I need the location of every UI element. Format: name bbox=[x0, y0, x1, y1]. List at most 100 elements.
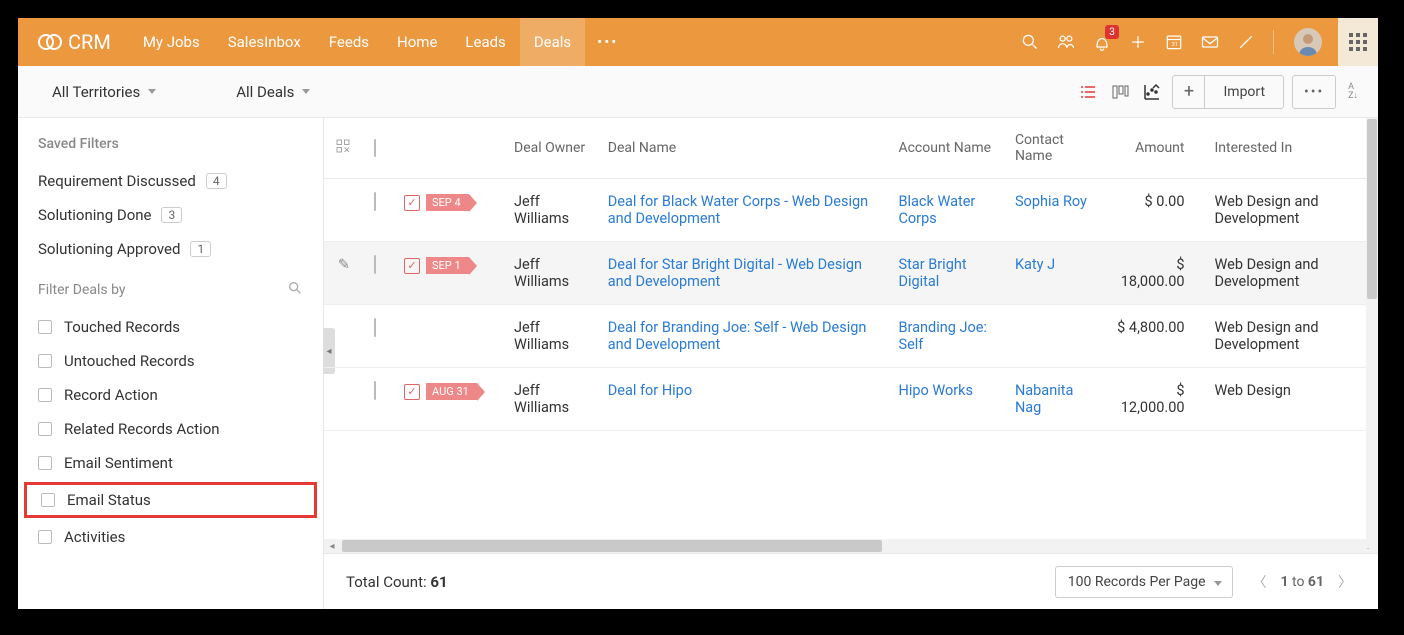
deals-view-dropdown[interactable]: All Deals bbox=[236, 83, 310, 101]
checkbox-icon[interactable] bbox=[38, 354, 52, 368]
nav-more[interactable]: ••• bbox=[585, 18, 630, 66]
horizontal-scrollbar[interactable]: ◂▸ bbox=[324, 539, 1378, 553]
cell-contact-name[interactable]: Katy J bbox=[1015, 256, 1055, 273]
user-avatar[interactable] bbox=[1294, 28, 1322, 56]
table-row[interactable]: ✎ ✓SEP 4 Jeff Williams Deal for Black Wa… bbox=[324, 179, 1378, 242]
edit-row-icon[interactable]: ✎ bbox=[338, 256, 350, 273]
svg-text:31: 31 bbox=[1172, 42, 1179, 48]
notifications-icon[interactable]: 3 bbox=[1089, 29, 1115, 55]
filter-email-sentiment[interactable]: Email Sentiment bbox=[18, 446, 323, 480]
cell-account-name[interactable]: Branding Joe: Self bbox=[898, 319, 986, 353]
cell-contact-name[interactable]: Sophia Roy bbox=[1015, 193, 1087, 210]
sort-az-icon[interactable]: AZ↓ bbox=[1348, 83, 1358, 101]
cell-deal-name[interactable]: Deal for Star Bright Digital - Web Desig… bbox=[608, 256, 862, 290]
view-toolbar: All Territories All Deals + Import ••• A… bbox=[18, 66, 1378, 118]
select-all-checkbox[interactable] bbox=[364, 118, 394, 179]
cell-amount: $ 12,000.00 bbox=[1103, 368, 1204, 431]
territories-dropdown[interactable]: All Territories bbox=[52, 83, 156, 101]
filter-untouched-records[interactable]: Untouched Records bbox=[18, 344, 323, 378]
app-name: CRM bbox=[68, 30, 111, 54]
cell-deal-name[interactable]: Deal for Hipo bbox=[608, 382, 692, 399]
deals-view-label: All Deals bbox=[236, 83, 294, 101]
mail-icon[interactable] bbox=[1197, 29, 1223, 55]
pager-prev[interactable]: 〈 bbox=[1249, 572, 1271, 592]
task-check-icon[interactable]: ✓ bbox=[404, 195, 420, 211]
saved-filter-item[interactable]: Solutioning Approved1 bbox=[38, 232, 303, 266]
vertical-scrollbar[interactable] bbox=[1366, 118, 1378, 548]
records-per-page-dropdown[interactable]: 100 Records Per Page bbox=[1055, 566, 1233, 598]
col-interested-in[interactable]: Interested In bbox=[1205, 118, 1379, 179]
saved-filter-item[interactable]: Requirement Discussed4 bbox=[38, 164, 303, 198]
tools-icon[interactable] bbox=[1233, 29, 1259, 55]
cell-account-name[interactable]: Hipo Works bbox=[898, 382, 973, 399]
cell-account-name[interactable]: Star Bright Digital bbox=[898, 256, 966, 290]
calendar-icon[interactable]: 31 bbox=[1161, 29, 1187, 55]
import-button[interactable]: + Import bbox=[1172, 75, 1284, 109]
filter-touched-records[interactable]: Touched Records bbox=[18, 310, 323, 344]
row-checkbox[interactable] bbox=[374, 381, 376, 400]
cell-interested-in: Web Design bbox=[1205, 368, 1379, 431]
filter-search-icon[interactable] bbox=[287, 280, 303, 300]
date-flag: SEP 4 bbox=[426, 194, 469, 211]
checkbox-icon[interactable] bbox=[38, 456, 52, 470]
row-checkbox[interactable] bbox=[374, 192, 376, 211]
nav-salesinbox[interactable]: SalesInbox bbox=[214, 18, 315, 66]
filter-related-records-action[interactable]: Related Records Action bbox=[18, 412, 323, 446]
cell-deal-name[interactable]: Deal for Branding Joe: Self - Web Design… bbox=[608, 319, 867, 353]
filter-activities[interactable]: Activities bbox=[18, 520, 323, 554]
table-row[interactable]: ✎ ✓SEP 1 Jeff Williams Deal for Star Bri… bbox=[324, 242, 1378, 305]
checkbox-icon[interactable] bbox=[38, 320, 52, 334]
checkbox-icon[interactable] bbox=[41, 493, 55, 507]
app-logo[interactable]: CRM bbox=[38, 30, 111, 54]
cell-interested-in: Web Design and Development bbox=[1205, 305, 1379, 368]
table-settings-icon[interactable] bbox=[324, 118, 364, 179]
saved-filter-item[interactable]: Solutioning Done3 bbox=[38, 198, 303, 232]
saved-filters-title: Saved Filters bbox=[18, 136, 323, 164]
kanban-view-icon[interactable] bbox=[1108, 80, 1132, 104]
col-account-name[interactable]: Account Name bbox=[888, 118, 1004, 179]
pager: 〈 1 to 61 〉 bbox=[1249, 572, 1357, 592]
table-row[interactable]: ✎ Jeff Williams Deal for Branding Joe: S… bbox=[324, 305, 1378, 368]
filter-email-status[interactable]: Email Status bbox=[24, 482, 317, 518]
pager-next[interactable]: 〉 bbox=[1334, 572, 1356, 592]
nav-my-jobs[interactable]: My Jobs bbox=[129, 18, 214, 66]
filters-sidebar: Saved Filters Requirement Discussed4Solu… bbox=[18, 118, 324, 609]
cell-contact-name[interactable]: Nabanita Nag bbox=[1015, 382, 1073, 416]
search-icon[interactable] bbox=[1017, 29, 1043, 55]
nav-leads[interactable]: Leads bbox=[451, 18, 519, 66]
cell-deal-name[interactable]: Deal for Black Water Corps - Web Design … bbox=[608, 193, 868, 227]
more-actions-button[interactable]: ••• bbox=[1292, 75, 1336, 109]
import-label: Import bbox=[1205, 84, 1283, 100]
apps-launcher-icon[interactable] bbox=[1338, 18, 1378, 66]
task-check-icon[interactable]: ✓ bbox=[404, 384, 420, 400]
nav-home[interactable]: Home bbox=[383, 18, 451, 66]
checkbox-icon[interactable] bbox=[38, 422, 52, 436]
filter-record-action[interactable]: Record Action bbox=[18, 378, 323, 412]
task-check-icon[interactable]: ✓ bbox=[404, 258, 420, 274]
chart-view-icon[interactable] bbox=[1140, 80, 1164, 104]
col-amount[interactable]: Amount bbox=[1103, 118, 1204, 179]
col-contact-name[interactable]: Contact Name bbox=[1005, 118, 1103, 179]
row-checkbox[interactable] bbox=[374, 255, 376, 274]
cell-interested-in: Web Design and Development bbox=[1205, 179, 1379, 242]
col-deal-owner[interactable]: Deal Owner bbox=[504, 118, 598, 179]
cell-interested-in: Web Design and Development bbox=[1205, 242, 1379, 305]
checkbox-icon[interactable] bbox=[38, 388, 52, 402]
deals-table: Deal Owner Deal Name Account Name Contac… bbox=[324, 118, 1378, 431]
filter-by-title: Filter Deals by bbox=[38, 282, 126, 298]
cell-deal-owner: Jeff Williams bbox=[504, 242, 598, 305]
nav-feeds[interactable]: Feeds bbox=[315, 18, 383, 66]
nav-deals[interactable]: Deals bbox=[520, 18, 585, 66]
row-checkbox[interactable] bbox=[374, 318, 376, 337]
list-view-icon[interactable] bbox=[1076, 80, 1100, 104]
cell-account-name[interactable]: Black Water Corps bbox=[898, 193, 975, 227]
plus-icon[interactable]: + bbox=[1173, 76, 1205, 108]
deals-content: Deal Owner Deal Name Account Name Contac… bbox=[324, 118, 1378, 609]
contacts-icon[interactable] bbox=[1053, 29, 1079, 55]
table-row[interactable]: ✎ ✓AUG 31 Jeff Williams Deal for Hipo Hi… bbox=[324, 368, 1378, 431]
checkbox-icon[interactable] bbox=[38, 530, 52, 544]
territories-label: All Territories bbox=[52, 83, 140, 101]
col-deal-name[interactable]: Deal Name bbox=[598, 118, 889, 179]
total-count: Total Count: 61 bbox=[346, 573, 448, 591]
add-icon[interactable] bbox=[1125, 29, 1151, 55]
